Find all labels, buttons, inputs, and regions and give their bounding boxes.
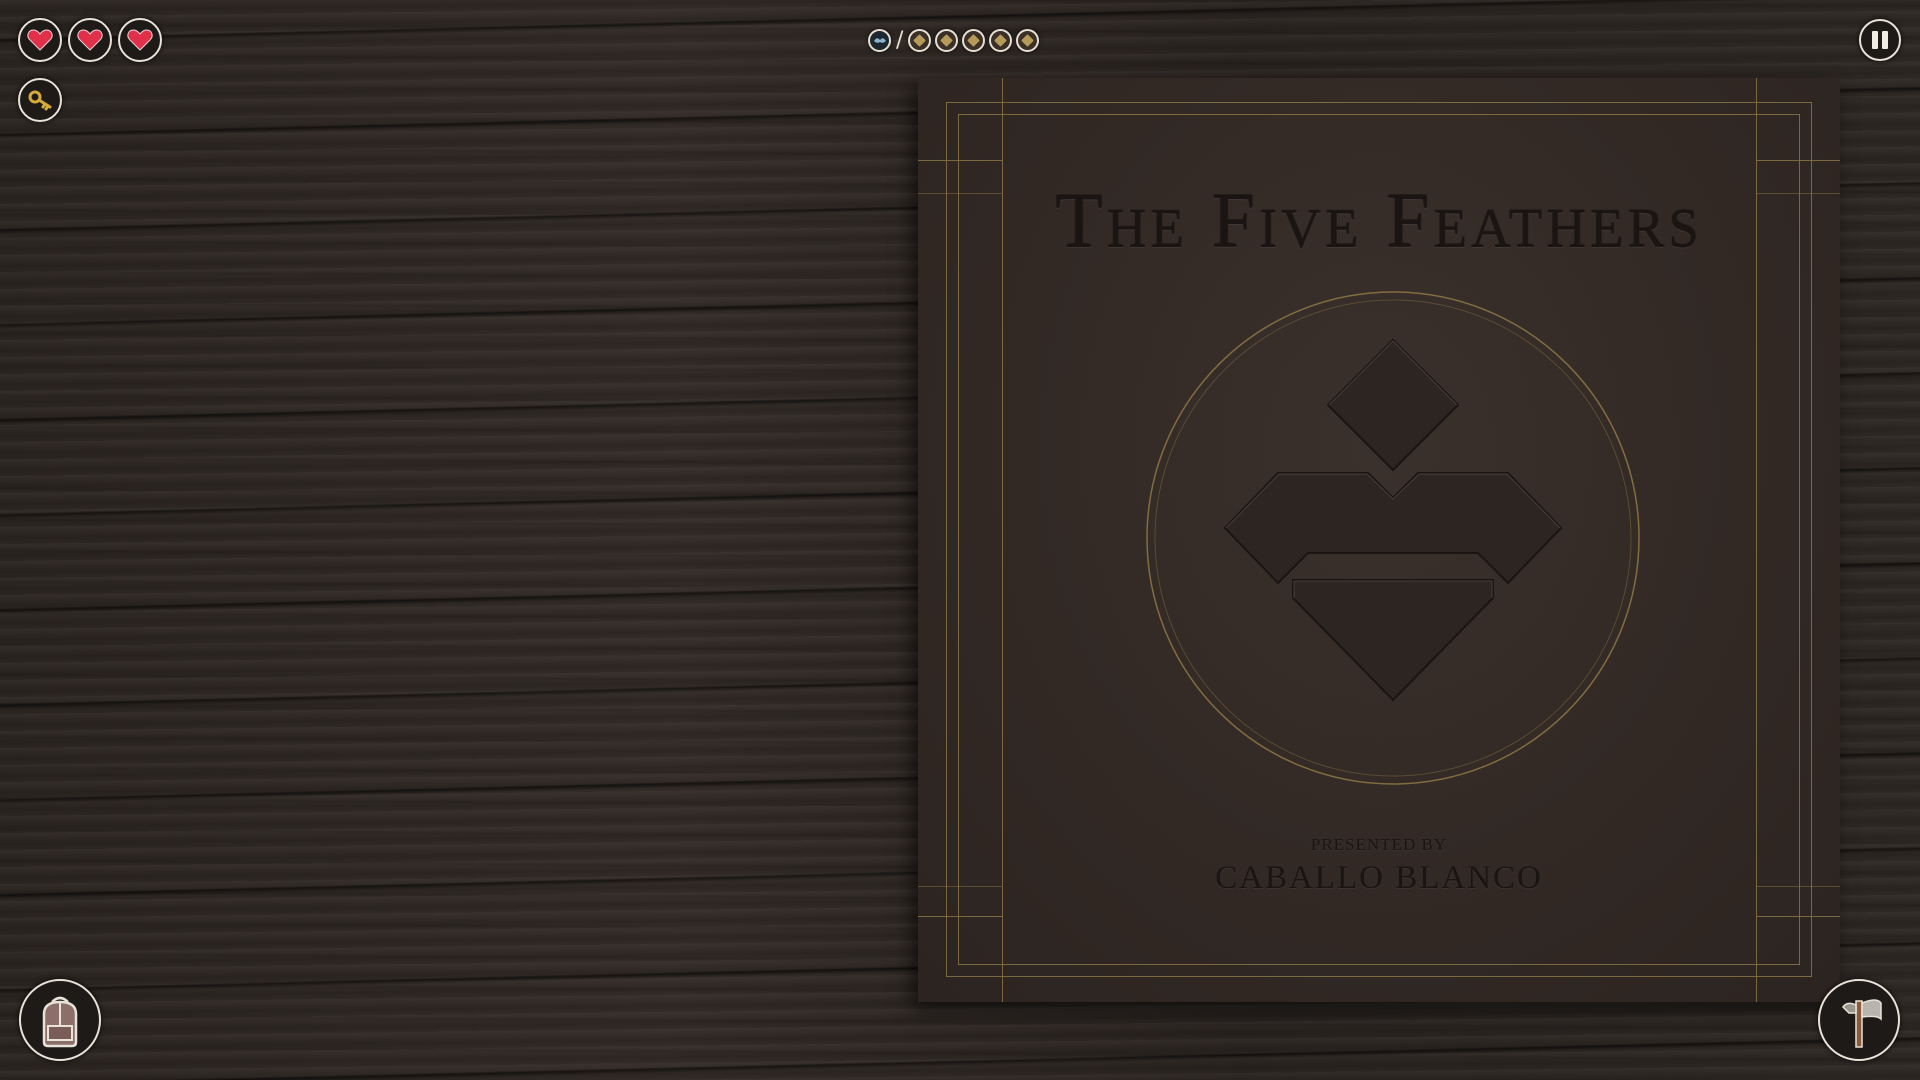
pause-button[interactable] [1859,19,1901,61]
axe-icon [1842,999,1882,1048]
pause-icon [1872,31,1878,49]
book-title: The Five Feathers [1055,177,1703,264]
feather-slot-icon [962,28,986,52]
feather-slot-icon [989,28,1013,52]
backpack-button[interactable] [19,979,101,1061]
feather-slot-icon [908,28,932,52]
feather-emblem-icon [1146,291,1640,785]
book-cover[interactable]: The Five Feathers PRESENTED BY CABALLO B… [918,78,1840,1002]
feather-slot-icon [1016,28,1040,52]
author-name: CABALLO BLANCO [1215,860,1543,896]
presented-by-label: PRESENTED BY [1310,835,1448,854]
feather-slot-icon [935,28,959,52]
backpack-icon [42,996,78,1048]
key-icon[interactable] [18,78,62,122]
bird-icon [868,28,891,52]
heart-icon [68,18,112,62]
heart-icon [118,18,162,62]
feather-separator: / [896,27,904,53]
axe-button[interactable] [1818,979,1900,1061]
feather-progress: / [868,26,1040,54]
heart-icon [18,18,62,62]
